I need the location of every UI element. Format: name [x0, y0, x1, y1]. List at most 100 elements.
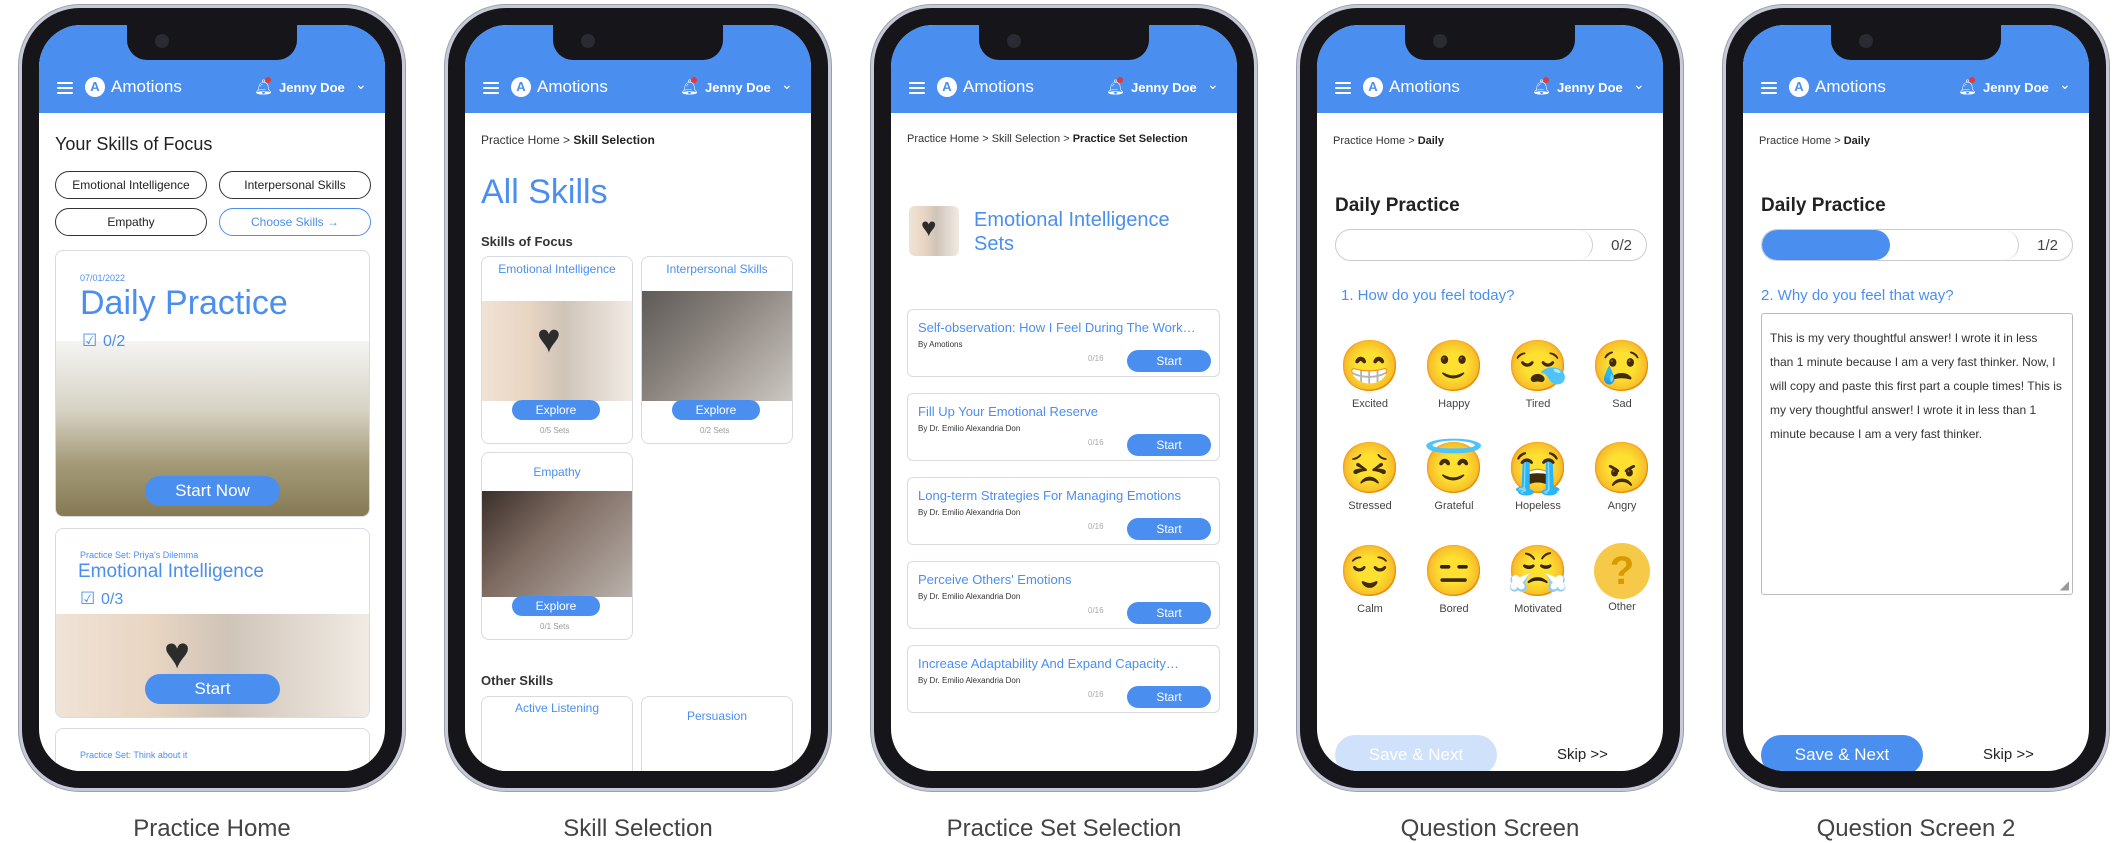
notification-dot [1543, 77, 1549, 83]
screen: A Amotions 🔔︎ Jenny Doe ⌄ Your Skills of… [39, 25, 385, 771]
skip-button[interactable]: Skip >> [1983, 746, 2034, 763]
other-skills-heading: Other Skills [481, 673, 554, 688]
choose-skills-button[interactable]: Choose Skills → [219, 208, 371, 236]
resize-handle-icon[interactable]: ◢ [2060, 578, 2069, 592]
set-label: Practice Set: Think about it [80, 750, 188, 760]
skip-button[interactable]: Skip >> [1557, 746, 1608, 763]
hamburger-icon[interactable] [1335, 82, 1351, 94]
start-button[interactable]: Start [145, 674, 280, 704]
notification-dot [1117, 77, 1123, 83]
hamburger-icon[interactable] [909, 82, 925, 94]
skills-focus-heading: Your Skills of Focus [55, 134, 213, 154]
start-button[interactable]: Start [1127, 350, 1211, 372]
chevron-down-icon[interactable]: ⌄ [1207, 76, 1219, 93]
set-card[interactable]: Self-observation: How I Feel During The … [907, 309, 1220, 377]
explore-button[interactable]: Explore [512, 400, 600, 420]
screen: A Amotions 🔔︎ Jenny Doe ⌄ Practice Home … [1317, 25, 1663, 771]
caption-skill-selection: Skill Selection [563, 815, 713, 842]
set-progress: 0/16 [1088, 354, 1104, 363]
skill-card[interactable]: Interpersonal Skills Explore 0/2 Sets [641, 256, 793, 444]
set-card[interactable]: Increase Adaptability And Expand Capacit… [907, 645, 1220, 713]
crumb-current: Daily [1843, 135, 1870, 147]
breadcrumb: Practice Home > Daily [1759, 135, 1870, 147]
user-name[interactable]: Jenny Doe [705, 80, 771, 95]
set-author: By Amotions [918, 340, 963, 349]
phone-practice-set-selection: A Amotions 🔔︎ Jenny Doe ⌄ Practice Home … [874, 8, 1254, 788]
emotion-option[interactable]: 😣 Stressed [1335, 440, 1405, 512]
emotion-option[interactable]: 😢 Sad [1587, 338, 1657, 410]
phone-question-screen: A Amotions 🔔︎ Jenny Doe ⌄ Practice Home … [1300, 8, 1680, 788]
hopeless-emoji-icon: 😭 [1506, 440, 1570, 496]
chevron-down-icon[interactable]: ⌄ [781, 76, 793, 93]
skill-chip[interactable]: Interpersonal Skills [219, 171, 371, 199]
emotion-option[interactable]: 😠 Angry [1587, 440, 1657, 512]
emotion-option[interactable]: 😤 Motivated [1503, 543, 1573, 615]
skill-name: Persuasion [686, 709, 748, 723]
daily-title: Daily Practice [80, 284, 288, 322]
emotion-label: Happy [1438, 398, 1470, 410]
start-button[interactable]: Start [1127, 602, 1211, 624]
user-name[interactable]: Jenny Doe [279, 80, 345, 95]
emotion-option[interactable]: 😇 Grateful [1419, 440, 1489, 512]
skill-card[interactable]: Persuasion [641, 696, 793, 771]
checkbox-icon: ☑ [82, 331, 98, 350]
emotion-option[interactable]: ? Other [1587, 543, 1657, 613]
crumb-home[interactable]: Practice Home [481, 133, 560, 147]
excited-emoji-icon: 😁 [1338, 338, 1402, 394]
skill-chip[interactable]: Emotional Intelligence [55, 171, 207, 199]
daily-progress: 0/2 [103, 333, 126, 350]
crumb-current: Practice Set Selection [1072, 133, 1188, 145]
user-name[interactable]: Jenny Doe [1557, 80, 1623, 95]
practice-set-card-next[interactable]: Practice Set: Think about it [55, 728, 370, 771]
start-button[interactable]: Start [1127, 434, 1211, 456]
answer-textarea[interactable]: This is my very thoughtful answer! I wro… [1761, 313, 2073, 595]
skill-card[interactable]: Active Listening [481, 696, 633, 771]
happy-emoji-icon: 🙂 [1422, 338, 1486, 394]
user-name[interactable]: Jenny Doe [1983, 80, 2049, 95]
daily-practice-card[interactable]: 07/01/2022 Daily Practice ☑ 0/2 Start No… [55, 250, 370, 517]
explore-button[interactable]: Explore [512, 596, 600, 616]
emotion-option[interactable]: 🙂 Happy [1419, 338, 1489, 410]
set-card[interactable]: Long-term Strategies For Managing Emotio… [907, 477, 1220, 545]
notch [553, 25, 723, 60]
caption-practice-home: Practice Home [133, 815, 291, 842]
chevron-down-icon[interactable]: ⌄ [1633, 76, 1645, 93]
crumb-home[interactable]: Practice Home [1333, 135, 1405, 147]
user-name[interactable]: Jenny Doe [1131, 80, 1197, 95]
set-progress: 0/16 [1088, 438, 1104, 447]
save-next-button[interactable]: Save & Next [1761, 735, 1923, 771]
progress-track [1336, 230, 1593, 260]
start-button[interactable]: Start [1127, 686, 1211, 708]
skill-card[interactable]: Emotional Intelligence ♥ Explore 0/5 Set… [481, 256, 633, 444]
hamburger-icon[interactable] [57, 82, 73, 94]
explore-button[interactable]: Explore [672, 400, 760, 420]
skill-card[interactable]: Empathy Explore 0/1 Sets [481, 452, 633, 640]
hamburger-icon[interactable] [483, 82, 499, 94]
crumb-mid[interactable]: Skill Selection [992, 133, 1060, 145]
emotion-option[interactable]: 😭 Hopeless [1503, 440, 1573, 512]
skill-sets-count: 0/5 Sets [540, 426, 570, 435]
crumb-home[interactable]: Practice Home [907, 133, 979, 145]
save-next-button[interactable]: Save & Next [1335, 735, 1497, 771]
set-title: Emotional Intelligence [78, 561, 264, 582]
set-title: Self-observation: How I Feel During The … [918, 320, 1196, 335]
set-card[interactable]: Perceive Others' Emotions By Dr. Emilio … [907, 561, 1220, 629]
set-title: Perceive Others' Emotions [918, 572, 1072, 587]
chevron-down-icon[interactable]: ⌄ [355, 76, 367, 93]
start-button[interactable]: Start [1127, 518, 1211, 540]
notch [1405, 25, 1575, 60]
practice-set-card[interactable]: ♥ Practice Set: Priya's Dilemma Emotiona… [55, 528, 370, 718]
emotion-option[interactable]: 😌 Calm [1335, 543, 1405, 615]
emotion-option[interactable]: 😁 Excited [1335, 338, 1405, 410]
start-now-button[interactable]: Start Now [145, 476, 280, 506]
hamburger-icon[interactable] [1761, 82, 1777, 94]
emotion-option[interactable]: 😪 Tired [1503, 338, 1573, 410]
chevron-down-icon[interactable]: ⌄ [2059, 76, 2071, 93]
skill-name: Active Listening [514, 701, 600, 715]
emotion-label: Excited [1351, 398, 1389, 410]
crumb-home[interactable]: Practice Home [1759, 135, 1831, 147]
skill-chip[interactable]: Empathy [55, 208, 207, 236]
emotion-option[interactable]: 😑 Bored [1419, 543, 1489, 615]
set-card[interactable]: Fill Up Your Emotional Reserve By Dr. Em… [907, 393, 1220, 461]
breadcrumb: Practice Home > Skill Selection [481, 133, 655, 147]
